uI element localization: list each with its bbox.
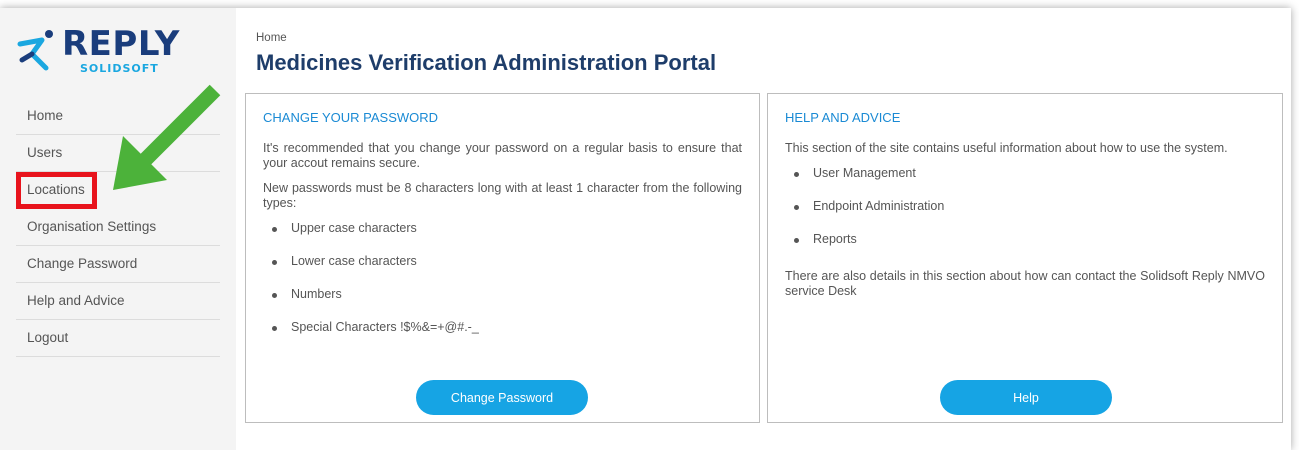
- sidebar: REPLY SOLIDSOFT Home Users Locations Org…: [0, 8, 236, 450]
- list-item: Reports: [785, 232, 1265, 265]
- list-item: User Management: [785, 166, 1265, 199]
- help-heading: HELP AND ADVICE: [785, 110, 901, 125]
- logo-runner-icon: [17, 30, 53, 71]
- change-password-heading: CHANGE YOUR PASSWORD: [263, 110, 439, 125]
- help-button[interactable]: Help: [940, 380, 1112, 415]
- logo-word: REPLY: [62, 24, 180, 64]
- sidebar-item-logout[interactable]: Logout: [16, 320, 220, 357]
- list-item: Endpoint Administration: [785, 199, 1265, 232]
- password-rules-list: Upper case characters Lower case charact…: [263, 221, 742, 353]
- list-item: Lower case characters: [263, 254, 742, 287]
- reply-solidsoft-logo[interactable]: REPLY SOLIDSOFT: [16, 24, 179, 78]
- logo-subtitle: SOLIDSOFT: [80, 62, 159, 75]
- password-rules-text: New passwords must be 8 characters long …: [263, 181, 742, 210]
- help-and-advice-panel: HELP AND ADVICE This section of the site…: [767, 93, 1283, 423]
- sidebar-item-locations[interactable]: Locations: [16, 172, 97, 209]
- app-window: REPLY SOLIDSOFT Home Users Locations Org…: [0, 8, 1291, 450]
- help-intro-text: This section of the site contains useful…: [785, 141, 1228, 155]
- list-item: Numbers: [263, 287, 742, 320]
- help-topics-list: User Management Endpoint Administration …: [785, 166, 1265, 265]
- sidebar-item-organisation-settings[interactable]: Organisation Settings: [16, 209, 220, 246]
- sidebar-item-help-and-advice[interactable]: Help and Advice: [16, 283, 220, 320]
- list-item: Special Characters !$%&=+@#.-_: [263, 320, 742, 353]
- help-contact-text: There are also details in this section a…: [785, 269, 1265, 298]
- main-content: Home Medicines Verification Administrati…: [236, 8, 1291, 450]
- page-title: Medicines Verification Administration Po…: [256, 50, 717, 75]
- change-password-panel: CHANGE YOUR PASSWORD It's recommended th…: [245, 93, 760, 423]
- change-password-button[interactable]: Change Password: [416, 380, 588, 415]
- password-intro-text: It's recommended that you change your pa…: [263, 141, 742, 170]
- breadcrumb[interactable]: Home: [256, 32, 287, 44]
- green-arrow-annotation: [113, 84, 221, 190]
- list-item: Upper case characters: [263, 221, 742, 254]
- sidebar-item-change-password[interactable]: Change Password: [16, 246, 220, 283]
